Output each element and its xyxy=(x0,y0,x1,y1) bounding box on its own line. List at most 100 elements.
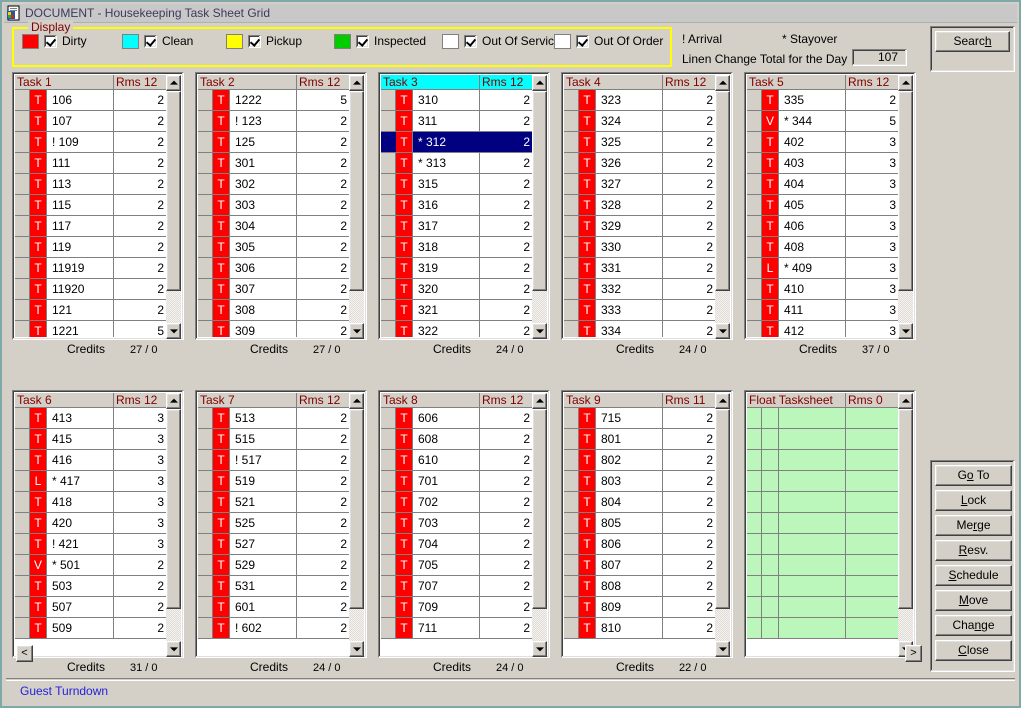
move-button[interactable]: Move xyxy=(935,590,1012,611)
row-selector-cell[interactable] xyxy=(198,555,213,575)
row-selector-cell[interactable] xyxy=(15,300,30,320)
table-row[interactable]: T6062 xyxy=(381,408,534,429)
legend-item-out-of-service[interactable]: Out Of Service xyxy=(442,34,561,49)
vertical-scrollbar[interactable] xyxy=(532,75,547,339)
task-panel-header[interactable]: Float TasksheetRms 0 xyxy=(747,393,900,408)
vertical-scrollbar[interactable] xyxy=(166,75,181,339)
row-selector-cell[interactable] xyxy=(381,492,396,512)
row-selector-cell[interactable] xyxy=(198,321,213,337)
table-row[interactable]: T1112 xyxy=(15,153,168,174)
row-selector-cell[interactable] xyxy=(564,597,579,617)
scroll-down-button[interactable] xyxy=(898,323,913,339)
lock-button[interactable]: Lock xyxy=(935,490,1012,511)
table-row[interactable]: T8052 xyxy=(564,513,717,534)
row-selector-cell[interactable] xyxy=(15,111,30,131)
row-selector-cell[interactable] xyxy=(15,492,30,512)
row-selector-cell[interactable] xyxy=(747,279,762,299)
table-row[interactable]: T3262 xyxy=(564,153,717,174)
row-selector-cell[interactable] xyxy=(15,258,30,278)
row-selector-cell[interactable] xyxy=(381,258,396,278)
table-row[interactable]: T8072 xyxy=(564,555,717,576)
scrollbar-thumb[interactable] xyxy=(898,91,913,291)
table-row[interactable]: T12225 xyxy=(198,90,351,111)
row-selector-cell[interactable] xyxy=(564,153,579,173)
row-selector-cell[interactable] xyxy=(747,258,762,278)
scroll-up-button[interactable] xyxy=(898,393,913,409)
table-row[interactable]: T4043 xyxy=(747,174,900,195)
table-row[interactable]: T4033 xyxy=(747,153,900,174)
scroll-left-button[interactable]: < xyxy=(16,645,33,662)
table-row[interactable]: T8102 xyxy=(564,618,717,639)
row-selector-cell[interactable] xyxy=(381,153,396,173)
row-selector-cell[interactable] xyxy=(381,132,396,152)
table-row[interactable]: T3292 xyxy=(564,216,717,237)
row-selector-cell[interactable] xyxy=(564,450,579,470)
row-selector-cell[interactable] xyxy=(747,429,762,449)
legend-checkbox[interactable] xyxy=(144,35,157,48)
row-selector-cell[interactable] xyxy=(564,321,579,337)
row-selector-cell[interactable] xyxy=(747,555,762,575)
table-row[interactable]: T7012 xyxy=(381,471,534,492)
table-row[interactable]: L* 4093 xyxy=(747,258,900,279)
row-selector-cell[interactable] xyxy=(747,111,762,131)
row-selector-cell[interactable] xyxy=(564,555,579,575)
scroll-up-button[interactable] xyxy=(166,393,181,409)
table-row[interactable]: T3162 xyxy=(381,195,534,216)
table-row[interactable]: T8042 xyxy=(564,492,717,513)
row-selector-cell[interactable] xyxy=(747,471,762,491)
table-row[interactable]: T5292 xyxy=(198,555,351,576)
table-row[interactable]: T5192 xyxy=(198,471,351,492)
table-row[interactable]: T! 5172 xyxy=(198,450,351,471)
row-selector-cell[interactable] xyxy=(198,216,213,236)
table-row[interactable]: T6082 xyxy=(381,429,534,450)
row-selector-cell[interactable] xyxy=(198,471,213,491)
table-row[interactable]: T1152 xyxy=(15,195,168,216)
row-selector-cell[interactable] xyxy=(381,300,396,320)
row-selector-cell[interactable] xyxy=(15,450,30,470)
table-row[interactable]: T4023 xyxy=(747,132,900,153)
scroll-down-button[interactable] xyxy=(715,323,730,339)
row-selector-cell[interactable] xyxy=(564,492,579,512)
table-row[interactable]: T! 4213 xyxy=(15,534,168,555)
row-selector-cell[interactable] xyxy=(564,471,579,491)
row-selector-cell[interactable] xyxy=(747,174,762,194)
task-panel-header[interactable]: Task 8Rms 12 xyxy=(381,393,534,408)
scroll-up-button[interactable] xyxy=(898,75,913,91)
table-row[interactable]: T5152 xyxy=(198,429,351,450)
legend-item-clean[interactable]: Clean xyxy=(122,34,193,49)
table-row[interactable]: T3012 xyxy=(198,153,351,174)
table-row[interactable]: T5132 xyxy=(198,408,351,429)
row-selector-cell[interactable] xyxy=(15,90,30,110)
table-row[interactable]: T3192 xyxy=(381,258,534,279)
row-selector-cell[interactable] xyxy=(381,111,396,131)
table-row[interactable] xyxy=(747,597,900,618)
row-selector-cell[interactable] xyxy=(381,216,396,236)
row-selector-cell[interactable] xyxy=(198,534,213,554)
row-selector-cell[interactable] xyxy=(15,513,30,533)
close-button[interactable]: Close xyxy=(935,640,1012,661)
row-selector-cell[interactable] xyxy=(198,174,213,194)
scroll-right-button[interactable]: > xyxy=(905,645,922,662)
row-selector-cell[interactable] xyxy=(747,321,762,337)
row-selector-cell[interactable] xyxy=(564,174,579,194)
change-button[interactable]: Change xyxy=(935,615,1012,636)
legend-checkbox[interactable] xyxy=(248,35,261,48)
table-row[interactable]: T4083 xyxy=(747,237,900,258)
table-row[interactable]: T1062 xyxy=(15,90,168,111)
table-row[interactable]: T8062 xyxy=(564,534,717,555)
scrollbar-thumb[interactable] xyxy=(532,91,547,291)
table-row[interactable]: T8022 xyxy=(564,450,717,471)
table-row[interactable]: T4163 xyxy=(15,450,168,471)
task-panel-header[interactable]: Task 9Rms 11 xyxy=(564,393,717,408)
table-row[interactable]: T7032 xyxy=(381,513,534,534)
row-selector-cell[interactable] xyxy=(747,492,762,512)
row-selector-cell[interactable] xyxy=(747,300,762,320)
task-panel-header[interactable]: Task 2Rms 12 xyxy=(198,75,351,90)
row-selector-cell[interactable] xyxy=(198,492,213,512)
row-selector-cell[interactable] xyxy=(747,513,762,533)
row-selector-cell[interactable] xyxy=(747,216,762,236)
table-row[interactable]: T3272 xyxy=(564,174,717,195)
table-row[interactable]: T4053 xyxy=(747,195,900,216)
row-selector-cell[interactable] xyxy=(15,174,30,194)
legend-checkbox[interactable] xyxy=(356,35,369,48)
